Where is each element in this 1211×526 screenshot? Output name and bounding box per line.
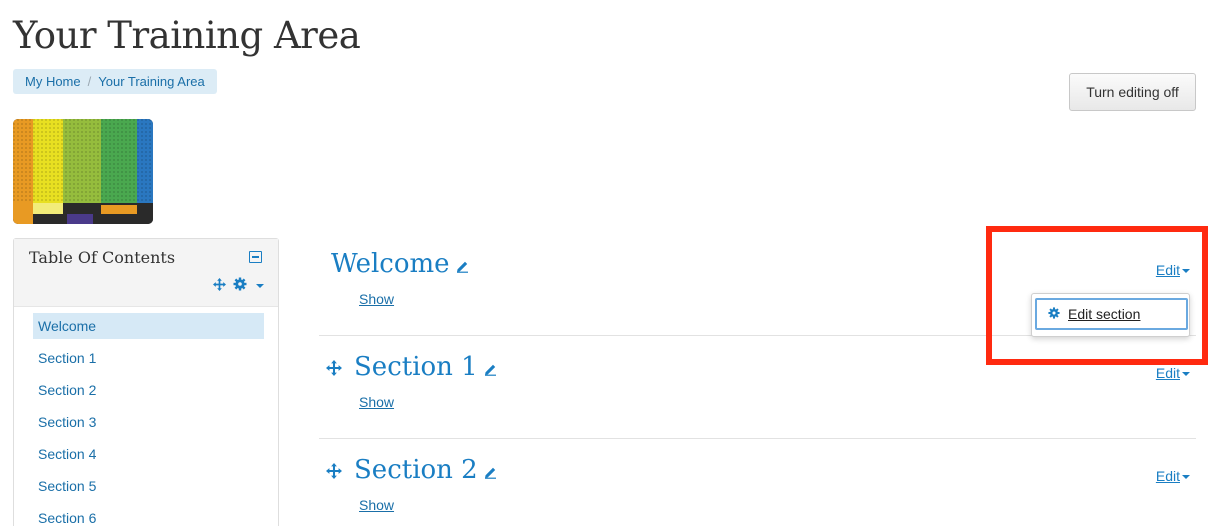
breadcrumb: My Home / Your Training Area	[13, 69, 217, 94]
course-image	[13, 119, 153, 224]
gear-icon[interactable]	[233, 277, 247, 294]
toc-item-section-5[interactable]: Section 5	[33, 473, 264, 499]
turn-editing-off-button[interactable]: Turn editing off	[1069, 73, 1196, 111]
toc-header: Table Of Contents	[14, 239, 278, 307]
move-icon[interactable]	[213, 277, 226, 294]
section-title: Section 1	[354, 352, 497, 383]
chevron-down-icon	[1182, 475, 1190, 480]
section-title-text[interactable]: Section 1	[354, 352, 478, 382]
section-title: Section 2	[354, 455, 497, 486]
chevron-down-icon[interactable]	[256, 283, 264, 288]
page-title: Your Training Area	[13, 14, 361, 57]
toc-item-section-4[interactable]: Section 4	[33, 441, 264, 467]
section-show-link[interactable]: Show	[359, 394, 394, 410]
section-edit-menu[interactable]: Edit	[1156, 365, 1190, 381]
breadcrumb-my-home[interactable]: My Home	[25, 74, 81, 89]
section-show-link[interactable]: Show	[359, 291, 394, 307]
section-edit-label: Edit	[1155, 468, 1180, 484]
section-section-2: Section 2 Show Edit	[319, 438, 1196, 526]
section-title-text[interactable]: Welcome	[331, 249, 450, 279]
section-title-text[interactable]: Section 2	[354, 455, 478, 485]
table-of-contents-block: Table Of Contents Welcome Section 1 Sect…	[13, 238, 279, 526]
toc-item-welcome[interactable]: Welcome	[33, 313, 264, 339]
move-icon[interactable]	[326, 463, 342, 484]
section-edit-menu[interactable]: Edit	[1156, 468, 1190, 484]
toc-item-section-3[interactable]: Section 3	[33, 409, 264, 435]
toc-list: Welcome Section 1 Section 2 Section 3 Se…	[14, 307, 278, 526]
toc-item-section-2[interactable]: Section 2	[33, 377, 264, 403]
pencil-icon[interactable]	[484, 456, 497, 486]
pencil-icon[interactable]	[456, 250, 469, 280]
move-icon[interactable]	[326, 360, 342, 381]
breadcrumb-separator: /	[87, 74, 92, 89]
toc-item-section-1[interactable]: Section 1	[33, 345, 264, 371]
toc-tools	[213, 277, 264, 294]
collapse-icon[interactable]	[249, 251, 262, 263]
section-show-link[interactable]: Show	[359, 497, 394, 513]
chevron-down-icon	[1182, 372, 1190, 377]
highlight-box	[986, 226, 1208, 365]
toc-item-section-6[interactable]: Section 6	[33, 505, 264, 526]
section-title: Welcome	[331, 249, 469, 280]
toc-title: Table Of Contents	[29, 248, 176, 267]
pencil-icon[interactable]	[484, 353, 497, 383]
section-edit-label: Edit	[1155, 365, 1180, 381]
breadcrumb-training-area[interactable]: Your Training Area	[98, 74, 204, 89]
